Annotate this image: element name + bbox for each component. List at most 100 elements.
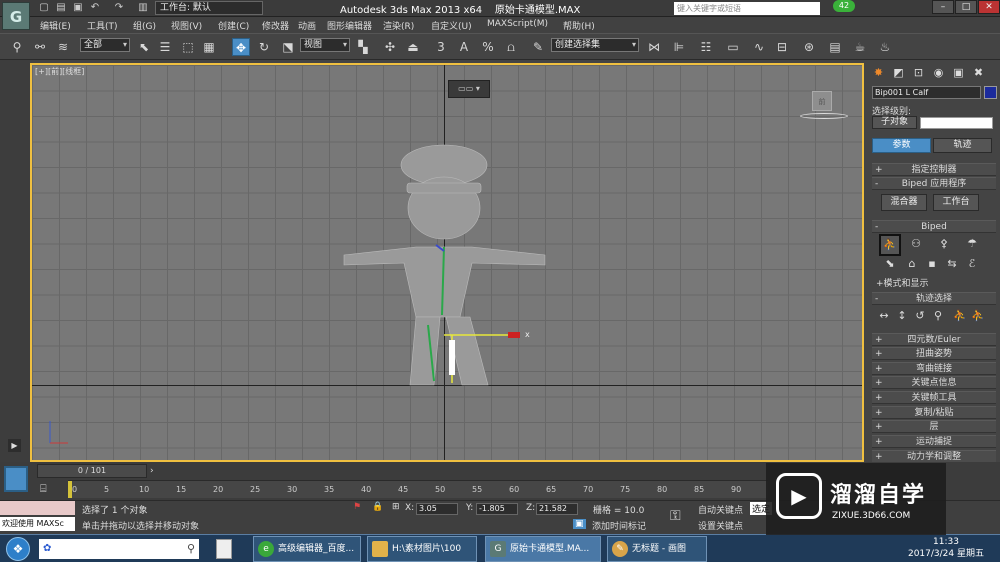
rollout-motion-capture[interactable]: + 运动捕捉 <box>872 435 996 448</box>
x-coordinate-field[interactable]: 3.05 <box>416 503 458 515</box>
menu-views[interactable]: 视图(V) <box>171 19 202 32</box>
symmetrical-icon[interactable]: ⛹ <box>951 308 969 324</box>
menu-edit[interactable]: 编辑(E) <box>40 19 71 32</box>
select-and-move-icon[interactable]: ✥ <box>232 38 250 56</box>
notification-badge[interactable]: 42 <box>833 0 855 12</box>
track-bar-toggle-icon[interactable]: ⌸ <box>40 482 47 496</box>
motion-flow-icon[interactable]: ⚴ <box>935 236 953 252</box>
render-setup-icon[interactable]: ▤ <box>826 38 844 56</box>
project-folder-icon[interactable]: ▥ <box>137 2 149 14</box>
menu-customize[interactable]: 自定义(U) <box>431 19 472 32</box>
open-file-icon[interactable]: ▤ <box>55 2 67 14</box>
add-time-tag[interactable]: 添加时间标记 <box>592 519 646 532</box>
set-key-mode-button[interactable]: 设置关键点 <box>698 519 743 532</box>
create-tab-icon[interactable]: ✸ <box>871 65 886 80</box>
tab-parameters[interactable]: 参数 <box>872 138 931 153</box>
app-logo-icon[interactable]: G <box>2 2 30 30</box>
window-crossing-icon[interactable]: ▦ <box>200 38 218 56</box>
keyboard-shortcut-icon[interactable]: ⏏ <box>404 38 422 56</box>
edit-named-selection-icon[interactable]: ✎ <box>529 38 547 56</box>
start-button[interactable]: ❖ <box>6 537 30 561</box>
selection-lock-icon[interactable]: 🔒 <box>372 502 383 512</box>
minimize-button[interactable]: – <box>932 0 954 14</box>
hierarchy-tab-icon[interactable]: ⊡ <box>911 65 926 80</box>
time-slider[interactable]: 0 / 101 <box>37 464 147 478</box>
link-icon[interactable]: ⚲ <box>8 38 26 56</box>
time-tag-icon[interactable]: ▣ <box>573 519 586 529</box>
percent-snap-icon[interactable]: % <box>479 38 497 56</box>
display-tab-icon[interactable]: ▣ <box>951 65 966 80</box>
menu-graph-editors[interactable]: 图形编辑器 <box>327 19 372 32</box>
rollout-track-selection[interactable]: - 轨迹选择 <box>872 292 996 305</box>
rollout-key-info[interactable]: + 关键点信息 <box>872 376 996 389</box>
menu-animation[interactable]: 动画 <box>298 19 316 32</box>
selection-filter-dropdown[interactable]: 全部 <box>80 38 130 52</box>
task-browser[interactable]: e 高级编辑器_百度... <box>253 536 361 562</box>
tab-trajectories[interactable]: 轨迹 <box>933 138 992 153</box>
rollout-biped-apps[interactable]: - Biped 应用程序 <box>872 177 996 190</box>
angle-snap-icon[interactable]: A <box>455 38 473 56</box>
material-editor-icon[interactable]: ⊛ <box>800 38 818 56</box>
unlink-icon[interactable]: ⚯ <box>31 38 49 56</box>
select-object-icon[interactable]: ⬉ <box>135 38 153 56</box>
load-file-icon[interactable]: ⌂ <box>903 256 921 272</box>
mode-display-toggle[interactable]: +模式和显示 <box>876 276 929 289</box>
close-button[interactable]: ✕ <box>978 0 1000 14</box>
taskbar-search[interactable]: ✿ ⚲ <box>39 539 199 559</box>
menu-group[interactable]: 组(G) <box>133 19 156 32</box>
workbench-button[interactable]: 工作台 <box>933 194 979 211</box>
pivot-center-icon[interactable]: ▚ <box>354 38 372 56</box>
menu-modifiers[interactable]: 修改器 <box>262 19 289 32</box>
y-coordinate-field[interactable]: -1.805 <box>476 503 518 515</box>
absolute-mode-icon[interactable]: ⊞ <box>392 502 400 512</box>
track-bar[interactable]: 0 5 10 15 20 25 30 35 40 45 50 55 60 65 … <box>68 480 768 498</box>
save-icon[interactable]: ▣ <box>72 2 84 14</box>
lock-cob-icon[interactable]: ⚲ <box>929 308 947 324</box>
rollout-bend-links[interactable]: + 弯曲链接 <box>872 362 996 375</box>
menu-create[interactable]: 创建(C) <box>218 19 249 32</box>
redo-icon[interactable]: ↷ <box>113 2 125 14</box>
select-and-rotate-icon[interactable]: ↻ <box>255 38 273 56</box>
file-icon[interactable] <box>216 539 232 559</box>
new-file-icon[interactable]: ▢ <box>38 2 50 14</box>
reference-coord-dropdown[interactable]: 视图 <box>300 38 350 52</box>
next-frame-icon[interactable]: › <box>150 464 164 478</box>
maxscript-mini-listener[interactable]: 欢迎使用 MAXSc <box>0 517 75 531</box>
object-name-field[interactable]: Bip001 L Calf <box>872 86 981 99</box>
body-horizontal-icon[interactable]: ↔ <box>875 308 893 324</box>
body-vertical-icon[interactable]: ↕ <box>893 308 911 324</box>
maxscript-listener-mini[interactable] <box>0 501 75 515</box>
menu-maxscript[interactable]: MAXScript(M) <box>487 19 548 29</box>
help-search-input[interactable]: 键入关键字或短语 <box>674 2 820 15</box>
menu-tools[interactable]: 工具(T) <box>87 19 118 32</box>
select-and-scale-icon[interactable]: ⬔ <box>279 38 297 56</box>
expand-arrow-icon[interactable]: ▶ <box>8 439 21 452</box>
mixer-mode-icon[interactable]: ☂ <box>963 236 981 252</box>
utilities-tab-icon[interactable]: ✖ <box>971 65 986 80</box>
motion-tab-icon[interactable]: ◉ <box>931 65 946 80</box>
bind-space-warp-icon[interactable]: ≋ <box>54 38 72 56</box>
system-clock[interactable]: 11:33 2017/3/24 星期五 <box>906 536 986 560</box>
workspace-dropdown[interactable]: 工作台: 默认 <box>155 1 263 15</box>
isolate-selection-icon[interactable]: ⚑ <box>353 502 361 512</box>
graphite-ribbon-icon[interactable]: ▭ <box>724 38 742 56</box>
biped-playback-icon[interactable]: ⬊ <box>881 256 899 272</box>
auto-key-button[interactable]: 自动关键点 <box>698 503 743 516</box>
render-production-icon[interactable]: ♨ <box>876 38 894 56</box>
front-viewport[interactable]: [+][前][线框] ▭▭ ▾ 前 x <box>30 63 864 462</box>
footstep-mode-icon[interactable]: ⚇ <box>907 236 925 252</box>
figure-mode-icon[interactable]: ⛹ <box>879 234 901 256</box>
undo-icon[interactable]: ↶ <box>89 2 101 14</box>
mixer-button[interactable]: 混合器 <box>881 194 927 211</box>
menu-help[interactable]: 帮助(H) <box>563 19 595 32</box>
rect-selection-icon[interactable]: ⬚ <box>179 38 197 56</box>
schematic-view-icon[interactable]: ⊟ <box>773 38 791 56</box>
set-key-icon[interactable]: ⚿ <box>670 508 681 524</box>
object-color-swatch[interactable] <box>984 86 997 99</box>
modify-tab-icon[interactable]: ◩ <box>891 65 906 80</box>
rendered-frame-icon[interactable]: ☕ <box>851 38 869 56</box>
sub-object-dropdown[interactable] <box>920 117 993 129</box>
snaps-toggle-icon[interactable]: 3 <box>432 38 450 56</box>
menu-rendering[interactable]: 渲染(R) <box>383 19 414 32</box>
mini-curve-editor-icon[interactable] <box>4 466 28 492</box>
